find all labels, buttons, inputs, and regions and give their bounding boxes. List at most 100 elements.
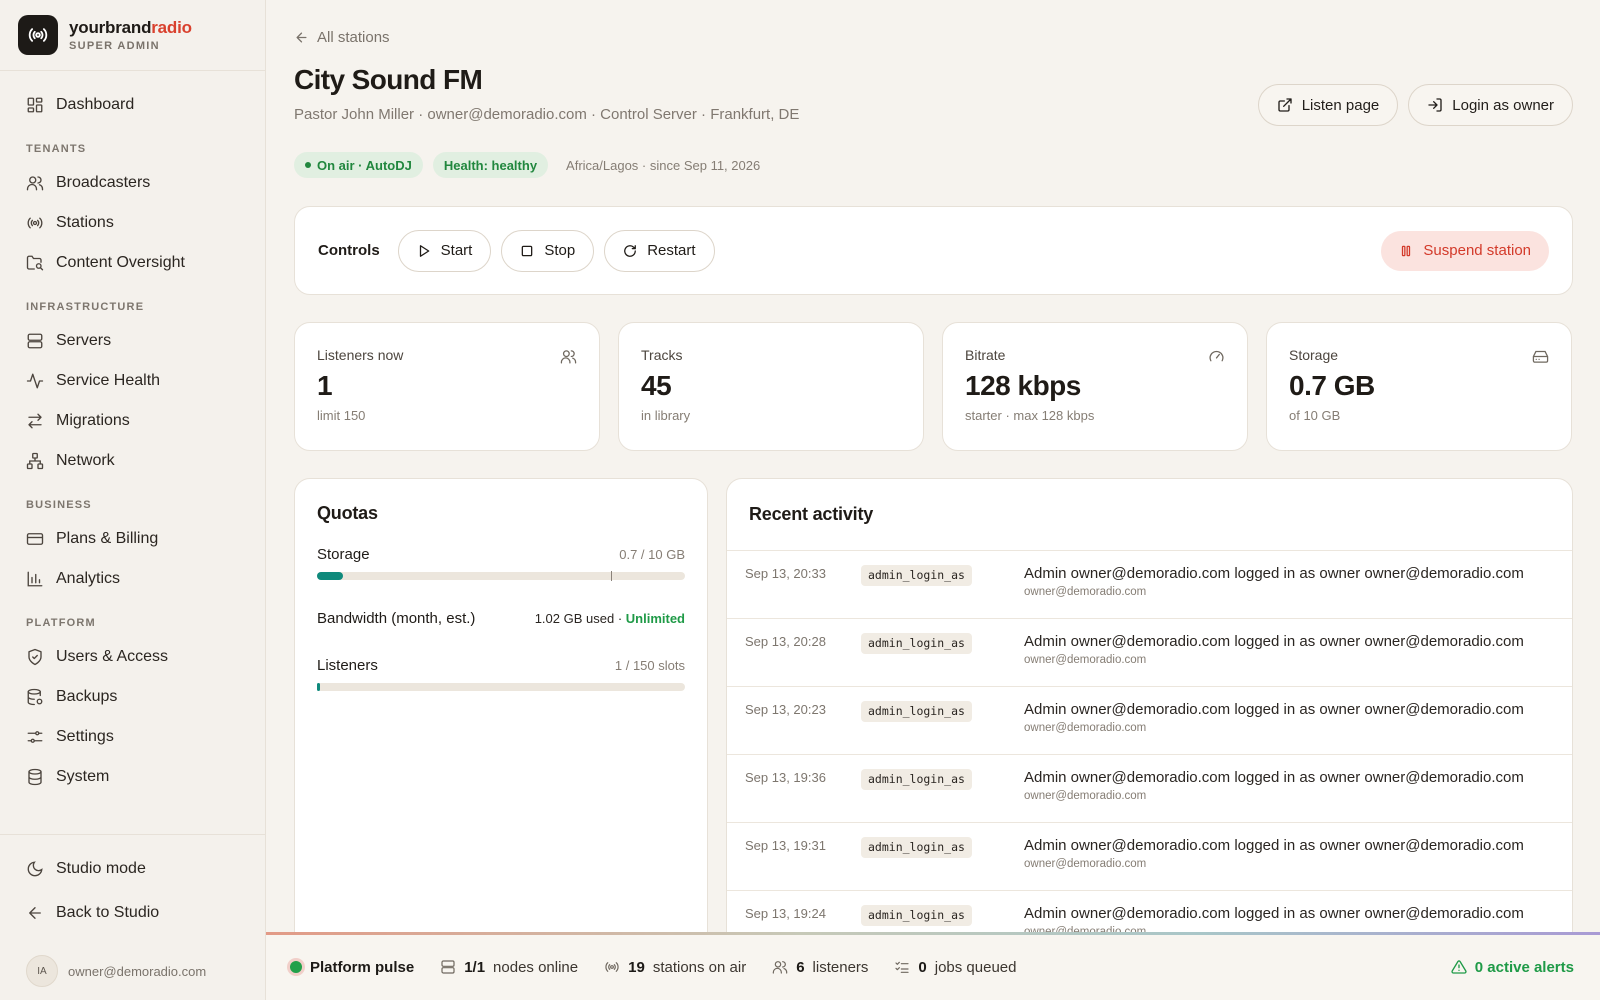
sidebar-item-label: Broadcasters	[56, 174, 151, 191]
quota-listeners: Listeners 1 / 150 slots	[317, 657, 685, 674]
activity-text: Admin owner@demoradio.com logged in as o…	[1024, 837, 1524, 854]
back-link[interactable]: All stations	[294, 29, 390, 46]
sidebar-item-content-oversight[interactable]: Content Oversight	[0, 243, 265, 283]
activity-time: Sep 13, 19:36	[745, 770, 826, 785]
login-as-owner-button[interactable]: Login as owner	[1408, 84, 1573, 126]
pulse-jobs: 0 jobs queued	[894, 959, 1017, 976]
user-menu[interactable]: IA owner@demoradio.com	[0, 945, 265, 997]
sidebar-item-back-to-studio[interactable]: Back to Studio	[0, 891, 265, 935]
activity-title: Recent activity	[749, 504, 874, 524]
recent-activity-card: Recent activity Sep 13, 20:33 admin_logi…	[726, 478, 1573, 934]
sidebar-item-network[interactable]: Network	[0, 441, 265, 481]
radio-icon	[604, 959, 620, 975]
pulse-stations: 19 stations on air	[604, 959, 746, 976]
sidebar-section-title: BUSINESS	[26, 499, 92, 511]
storage-limit-marker	[611, 571, 613, 581]
folder-search-icon	[26, 254, 44, 272]
sidebar-item-backups[interactable]: Backups	[0, 677, 265, 717]
stat-value: 1	[317, 370, 333, 401]
sidebar-item-broadcasters[interactable]: Broadcasters	[0, 163, 265, 203]
sidebar-item-label: Migrations	[56, 412, 130, 429]
sidebar-section-title: TENANTS	[26, 143, 87, 155]
arrow-left-icon	[26, 904, 44, 922]
quotas-card: Quotas Storage 0.7 / 10 GB Bandwidth (mo…	[294, 478, 708, 934]
pulse-title-text: Platform pulse	[310, 958, 415, 976]
bandwidth-limit: Unlimited	[625, 611, 685, 626]
activity-actor: owner@demoradio.com	[1024, 586, 1147, 598]
sidebar-item-label: Analytics	[56, 570, 121, 587]
sidebar-item-service-health[interactable]: Service Health	[0, 361, 265, 401]
sidebar-item-settings[interactable]: Settings	[0, 717, 265, 757]
restart-button[interactable]: Restart	[604, 229, 715, 272]
stat-sub: of 10 GB	[1289, 408, 1341, 423]
sidebar-item-servers[interactable]: Servers	[0, 321, 265, 361]
grid-icon	[26, 96, 44, 114]
arrow-left-icon	[294, 30, 309, 45]
pulse-listeners: 6 listeners	[772, 959, 868, 976]
sidebar-footer: Studio mode Back to Studio IA owner@demo…	[0, 834, 265, 997]
pulse-title: Platform pulse	[290, 959, 414, 976]
external-link-icon	[1277, 97, 1293, 113]
network-icon	[26, 452, 44, 470]
sidebar-item-label: Network	[56, 452, 115, 469]
sidebar-item-label: Plans & Billing	[56, 530, 159, 547]
credit-card-icon	[26, 530, 44, 548]
quota-value: 1 / 150 slots	[614, 658, 685, 673]
quota-value: 0.7 / 10 GB	[619, 547, 685, 562]
sidebar-item-users-access[interactable]: Users & Access	[0, 637, 265, 677]
alerts-text: 0 active alerts	[1474, 958, 1574, 976]
stop-button[interactable]: Stop	[501, 229, 595, 272]
hard-drive-icon	[1532, 348, 1549, 365]
list-checks-icon	[894, 959, 910, 975]
activity-actor: owner@demoradio.com	[1024, 654, 1147, 666]
sidebar-item-stations[interactable]: Stations	[0, 203, 265, 243]
activity-header: Recent activity	[727, 479, 1572, 551]
users-icon	[560, 348, 577, 365]
log-in-icon	[1427, 97, 1443, 113]
nodes-label: nodes online	[493, 958, 579, 976]
platform-pulse-bar: Platform pulse 1/1 nodes online 19 stati…	[266, 932, 1600, 1000]
sidebar-item-plans-billing[interactable]: Plans & Billing	[0, 519, 265, 559]
listen-page-button[interactable]: Listen page	[1257, 84, 1399, 126]
radio-icon	[26, 214, 44, 232]
quotas-title: Quotas	[317, 503, 378, 523]
stat-value: 45	[641, 370, 672, 401]
sidebar: yourbrandradio SUPER ADMIN Dashboard TEN…	[0, 0, 266, 1000]
sidebar-item-analytics[interactable]: Analytics	[0, 559, 265, 599]
controls-label: Controls	[318, 242, 380, 259]
activity-row: Sep 13, 20:28 admin_login_as Admin owner…	[727, 619, 1572, 687]
sidebar-item-label: Settings	[56, 728, 114, 745]
listeners-progress-fill	[317, 683, 320, 691]
sidebar-item-dashboard[interactable]: Dashboard	[0, 85, 265, 125]
active-alerts-link[interactable]: 0 active alerts	[1451, 959, 1574, 976]
broadcast-icon	[18, 15, 58, 55]
main-content: All stations City Sound FM Pastor John M…	[266, 0, 1600, 934]
user-email: owner@demoradio.com	[68, 963, 207, 979]
listeners-label: listeners	[812, 958, 869, 976]
brand-name: yourbrandradio	[69, 18, 192, 37]
quota-name: Storage	[317, 546, 370, 563]
moon-icon	[26, 860, 44, 878]
stat-card-tracks: Tracks 45 in library	[618, 322, 924, 451]
brand[interactable]: yourbrandradio SUPER ADMIN	[0, 0, 265, 71]
stat-sub: starter · max 128 kbps	[965, 408, 1095, 423]
shield-icon	[26, 648, 44, 666]
header-actions: Listen page Login as owner	[1257, 84, 1573, 126]
sidebar-item-label: Content Oversight	[56, 254, 185, 271]
start-button[interactable]: Start	[397, 229, 492, 272]
sidebar-item-studio-mode[interactable]: Studio mode	[0, 847, 265, 891]
activity-code: admin_login_as	[861, 633, 972, 654]
activity-time: Sep 13, 19:31	[745, 838, 826, 853]
sidebar-item-system[interactable]: System	[0, 757, 265, 797]
activity-text: Admin owner@demoradio.com logged in as o…	[1024, 769, 1524, 786]
sidebar-item-migrations[interactable]: Migrations	[0, 401, 265, 441]
arrows-swap-icon	[26, 412, 44, 430]
stat-value: 0.7 GB	[1289, 370, 1375, 401]
quota-value: 1.02 GB used · Unlimited	[535, 611, 685, 626]
activity-code: admin_login_as	[861, 701, 972, 722]
stop-icon	[520, 244, 534, 258]
separator: ·	[614, 611, 626, 626]
suspend-station-button[interactable]: Suspend station	[1381, 230, 1549, 271]
sidebar-item-label: Servers	[56, 332, 112, 349]
activity-icon	[26, 372, 44, 390]
